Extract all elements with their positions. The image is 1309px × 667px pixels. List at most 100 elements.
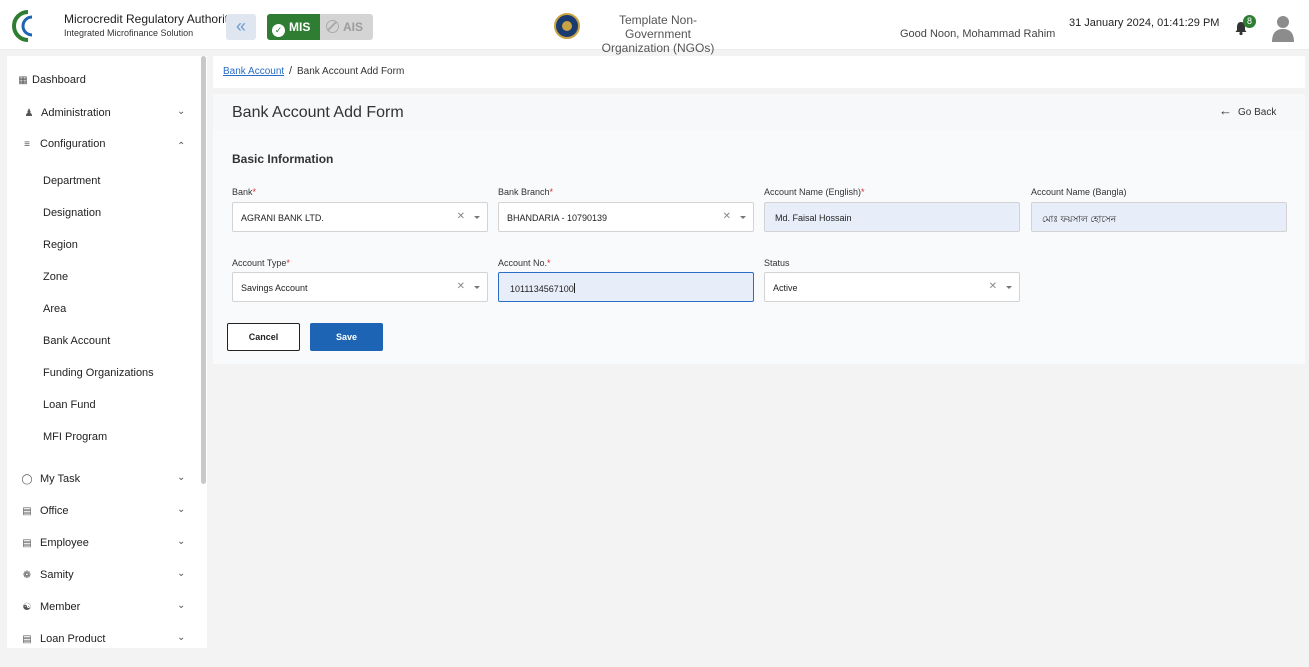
account-name-english-label: Account Name (English)* (764, 187, 865, 197)
module-switch: ✓ MIS AIS (267, 14, 373, 40)
page-title: Bank Account Add Form (232, 104, 404, 121)
page-header: Bank Account Add Form ← Go Back (213, 94, 1305, 130)
government-emblem-icon (554, 13, 580, 39)
bank-branch-select[interactable]: BHANDARIA - 10790139 ✕ (498, 202, 754, 232)
mis-toggle[interactable]: ✓ MIS (267, 14, 320, 40)
sidebar-subitem-area[interactable]: Area (43, 303, 66, 315)
sidebar-item-loan-product[interactable]: ▤ Loan Product ⌄ (7, 628, 207, 648)
clear-icon[interactable]: ✕ (989, 281, 997, 292)
breadcrumb: Bank Account / Bank Account Add Form (213, 56, 1305, 88)
sidebar-item-administration[interactable]: ♟ Administration ⌄ (7, 102, 207, 126)
grid-icon: ▦ (18, 75, 28, 86)
top-header: Microcredit Regulatory Authority Integra… (0, 0, 1309, 55)
chevron-down-icon: ⌄ (177, 504, 186, 515)
account-name-english-value: Md. Faisal Hossain (775, 213, 852, 223)
account-type-select[interactable]: Savings Account ✕ (232, 272, 488, 302)
text-caret (573, 283, 575, 293)
organization-name-line2: Organization (NGOs) (601, 41, 715, 55)
mis-label: MIS (289, 20, 311, 34)
dropdown-arrow-icon[interactable] (740, 216, 746, 219)
bank-select-value: AGRANI BANK LTD. (241, 213, 324, 223)
chevron-down-icon: ⌄ (177, 600, 186, 611)
account-no-input[interactable]: 1011134567100 (498, 272, 754, 302)
chevron-up-icon: ⌃ (177, 141, 186, 152)
sidebar: ▦ Dashboard ♟ Administration ⌄ ≡ Configu… (7, 56, 207, 648)
ais-label: AIS (343, 20, 364, 34)
sidebar-subitem-mfi-program[interactable]: MFI Program (43, 431, 107, 443)
collapse-sidebar-button[interactable]: « (226, 14, 256, 40)
sidebar-scrollbar[interactable] (201, 56, 206, 484)
sidebar-item-office[interactable]: ▤ Office ⌄ (7, 500, 207, 524)
loan-product-icon: ▤ (22, 634, 32, 645)
breadcrumb-current: Bank Account Add Form (297, 66, 405, 77)
bank-select[interactable]: AGRANI BANK LTD. ✕ (232, 202, 488, 232)
mra-logo-icon (12, 10, 33, 42)
sidebar-item-label: My Task (40, 473, 81, 485)
chevron-down-icon: ⌄ (177, 106, 186, 117)
user-avatar-icon[interactable] (1271, 14, 1295, 42)
chevron-down-icon: ⌄ (177, 472, 186, 483)
sidebar-item-employee[interactable]: ▤ Employee ⌄ (7, 532, 207, 556)
status-select[interactable]: Active ✕ (764, 272, 1020, 302)
dropdown-arrow-icon[interactable] (474, 216, 480, 219)
ais-toggle[interactable]: AIS (320, 14, 373, 40)
sidebar-subitem-bank-account[interactable]: Bank Account (43, 335, 110, 347)
account-name-english-input[interactable]: Md. Faisal Hossain (764, 202, 1020, 232)
bank-branch-label: Bank Branch* (498, 187, 554, 197)
bank-label: Bank* (232, 187, 257, 197)
office-icon: ▤ (22, 506, 32, 517)
sidebar-item-samity[interactable]: ❁ Samity ⌄ (7, 564, 207, 588)
organization-name: Template Non-Government Organization (NG… (588, 13, 728, 55)
sidebar-subitem-region[interactable]: Region (43, 239, 78, 251)
cancel-button[interactable]: Cancel (227, 323, 300, 351)
sidebar-item-label: Office (40, 505, 69, 517)
org-name: Microcredit Regulatory Authority (64, 12, 235, 26)
notification-badge: 8 (1243, 15, 1256, 28)
bank-branch-select-value: BHANDARIA - 10790139 (507, 213, 608, 223)
sidebar-item-dashboard[interactable]: ▦ Dashboard (7, 69, 207, 93)
sidebar-item-label: Administration (41, 107, 111, 119)
clear-icon[interactable]: ✕ (457, 281, 465, 292)
circle-dashed-icon: ◯ (21, 474, 33, 485)
account-no-value: 1011134567100 (510, 283, 575, 294)
org-subtitle: Integrated Microfinance Solution (64, 28, 194, 38)
check-circle-icon: ✓ (272, 24, 285, 37)
account-type-select-value: Savings Account (241, 283, 308, 293)
double-chevron-left-icon: « (235, 16, 246, 36)
sidebar-subitem-funding-organizations[interactable]: Funding Organizations (43, 367, 154, 379)
sidebar-item-member[interactable]: ☯ Member ⌄ (7, 596, 207, 620)
dropdown-arrow-icon[interactable] (474, 286, 480, 289)
go-back-label: Go Back (1238, 107, 1277, 118)
sidebar-subitem-zone[interactable]: Zone (43, 271, 68, 283)
sidebar-subitem-department[interactable]: Department (43, 175, 100, 187)
sidebar-item-configuration[interactable]: ≡ Configuration ⌃ (7, 133, 207, 157)
arrow-left-icon: ← (1219, 103, 1232, 118)
sidebar-item-label: Loan Product (40, 633, 106, 645)
sidebar-subitem-designation[interactable]: Designation (43, 207, 101, 219)
users-icon: ♟ (24, 108, 34, 119)
current-datetime: 31 January 2024, 01:41:29 PM (1069, 17, 1220, 29)
save-button[interactable]: Save (310, 323, 383, 351)
status-label: Status (764, 258, 790, 268)
section-title: Basic Information (232, 152, 334, 166)
sidebar-item-label: Dashboard (32, 74, 86, 86)
status-select-value: Active (773, 283, 798, 293)
breadcrumb-link-bank-account[interactable]: Bank Account (223, 66, 284, 77)
account-name-bangla-value: মোঃ ফয়সাল হোসেন (1042, 214, 1117, 224)
sidebar-item-my-task[interactable]: ◯ My Task ⌄ (7, 468, 207, 492)
go-back-button[interactable]: ← Go Back (1219, 103, 1276, 118)
sliders-icon: ≡ (24, 139, 30, 150)
sidebar-item-label: Member (40, 601, 81, 613)
account-name-bangla-input[interactable]: মোঃ ফয়সাল হোসেন (1031, 202, 1287, 232)
sidebar-item-label: Employee (40, 537, 89, 549)
chevron-down-icon: ⌄ (177, 568, 186, 579)
clear-icon[interactable]: ✕ (723, 211, 731, 222)
organization-name-line1: Template Non-Government (618, 13, 698, 41)
chevron-down-icon: ⌄ (177, 632, 186, 643)
sidebar-subitem-loan-fund[interactable]: Loan Fund (43, 399, 96, 411)
breadcrumb-separator: / (289, 65, 293, 77)
clear-icon[interactable]: ✕ (457, 211, 465, 222)
ban-icon (326, 20, 339, 33)
account-name-bangla-label: Account Name (Bangla) (1031, 187, 1127, 197)
dropdown-arrow-icon[interactable] (1006, 286, 1012, 289)
